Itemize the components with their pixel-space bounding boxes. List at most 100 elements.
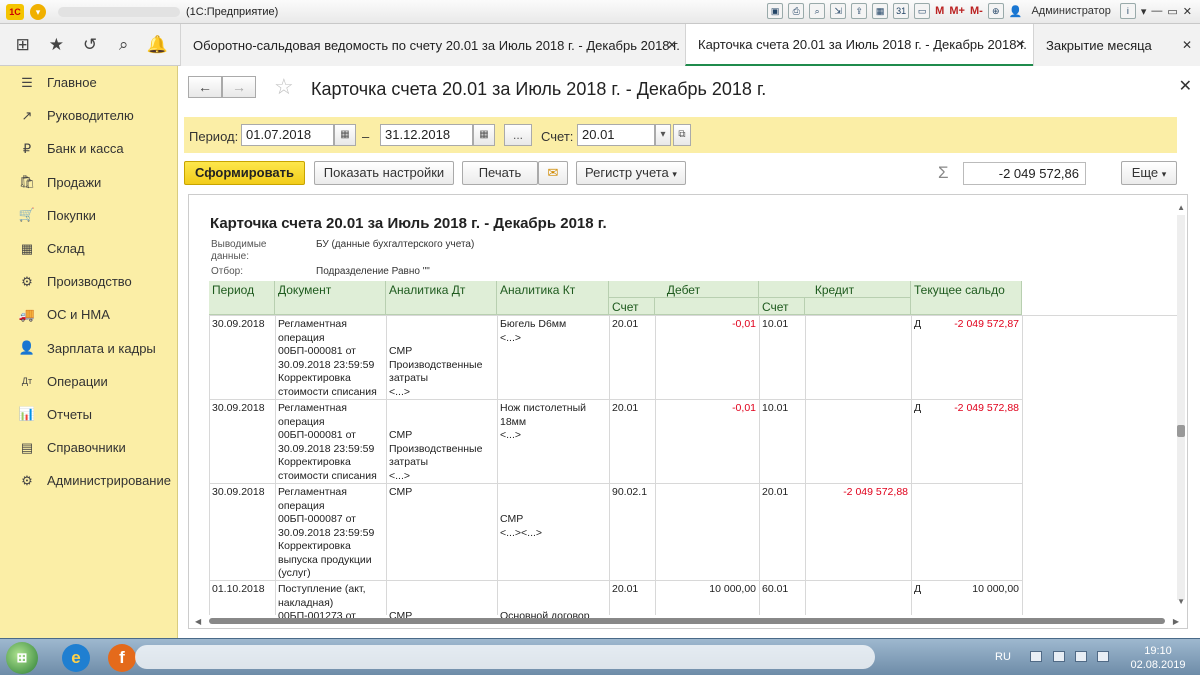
zoom-icon[interactable]: ⊕: [987, 3, 1004, 19]
volume-icon[interactable]: [1097, 651, 1109, 662]
mail-icon[interactable]: ✉: [538, 161, 568, 185]
calendar-icon[interactable]: 31: [893, 3, 910, 19]
report-spreadsheet[interactable]: Карточка счета 20.01 за Июль 2018 г. - Д…: [188, 194, 1188, 629]
scroll-right-icon[interactable]: ▶: [1173, 617, 1179, 626]
windows-taskbar: ⊞ e f RU 19:10 02.08.2019: [0, 638, 1200, 675]
cell-account-dt: 90.02.1: [612, 486, 648, 498]
header-analytics-dt: Аналитика Дт: [386, 281, 497, 315]
minimize-icon[interactable]: —: [1151, 5, 1162, 17]
network-icon[interactable]: [1075, 651, 1087, 662]
firefox-icon[interactable]: f: [108, 644, 136, 672]
link-icon[interactable]: ⇲: [830, 3, 847, 19]
sidebar-item-main[interactable]: ☰ Главное: [0, 66, 177, 99]
sidebar-item-sales[interactable]: 🛍 Продажи: [0, 166, 177, 199]
period-select-button[interactable]: ...: [504, 124, 532, 146]
history-nav: ← →: [188, 76, 256, 98]
tab-osv[interactable]: Оборотно-сальдовая ведомость по счету 20…: [180, 24, 685, 66]
close-icon[interactable]: ✕: [1183, 5, 1192, 18]
close-icon[interactable]: ✕: [667, 38, 677, 52]
cell-balance-side: Д: [914, 402, 922, 414]
back-arrow-icon[interactable]: ←: [188, 76, 222, 98]
sidebar-item-assets[interactable]: 🚚 ОС и НМА: [0, 298, 177, 331]
sidebar-item-catalogs[interactable]: ▤ Справочники: [0, 431, 177, 464]
cell-document[interactable]: Регламентная операция 00БП-000087 от 30.…: [275, 485, 386, 582]
show-settings-button[interactable]: Показать настройки: [314, 161, 454, 185]
memory-plus-button[interactable]: M+: [949, 5, 965, 17]
horizontal-scrollbar[interactable]: [209, 618, 1165, 624]
sidebar-item-manager[interactable]: ↗ Руководителю: [0, 99, 177, 132]
sidebar-item-purchases[interactable]: 🛒 Покупки: [0, 199, 177, 232]
scroll-down-icon[interactable]: ▼: [1177, 597, 1185, 606]
search-icon[interactable]: ⌕: [112, 35, 136, 55]
history-icon[interactable]: ↺: [78, 35, 102, 55]
print-icon[interactable]: ⎙: [788, 3, 805, 19]
favorite-star-icon[interactable]: ☆: [274, 74, 294, 100]
language-indicator[interactable]: RU: [995, 651, 1011, 663]
internet-explorer-icon[interactable]: e: [62, 644, 90, 672]
sidebar-item-bank[interactable]: ₽ Банк и касса: [0, 132, 177, 165]
tab-month-closing[interactable]: Закрытие месяца ✕: [1033, 24, 1200, 66]
date-to-field[interactable]: 31.12.2018: [380, 124, 473, 146]
filter-value: Подразделение Равно "": [316, 266, 430, 277]
action-center-icon[interactable]: [1053, 651, 1065, 662]
sidebar-item-production[interactable]: ⚙ Производство: [0, 265, 177, 298]
sum-field[interactable]: -2 049 572,86: [963, 162, 1086, 185]
main-menu-dropdown-icon[interactable]: ▾: [30, 3, 46, 20]
print-button[interactable]: Печать: [462, 161, 538, 185]
col-divider: [209, 315, 210, 615]
sidebar-item-warehouse[interactable]: ▦ Склад: [0, 232, 177, 265]
clock[interactable]: 19:10 02.08.2019: [1122, 644, 1194, 672]
chevron-down-icon[interactable]: ▾: [655, 124, 671, 146]
sidebar-item-reports[interactable]: 📊 Отчеты: [0, 398, 177, 431]
cell-balance: -2 049 572,88: [954, 402, 1019, 414]
favorites-star-icon[interactable]: ★: [44, 35, 68, 55]
info-icon[interactable]: i: [1119, 3, 1136, 19]
memory-minus-button[interactable]: M-: [970, 5, 983, 17]
close-icon[interactable]: ✕: [1179, 76, 1192, 96]
more-button[interactable]: Еще ▾: [1121, 161, 1177, 185]
warehouse-icon: ▦: [20, 240, 34, 256]
open-icon[interactable]: ⧉: [673, 124, 691, 146]
calculator-icon[interactable]: ▦: [872, 3, 889, 19]
titlebar-tools: ▣ ⎙ ⌕ ⇲ ⇪ ▦ 31 ▭ M M+ M- ⊕ 👤 Администрат…: [767, 3, 1192, 19]
chevron-down-icon[interactable]: ▾: [1141, 5, 1147, 18]
cell-period: 30.09.2018: [212, 402, 265, 414]
save-icon[interactable]: ▣: [767, 3, 784, 19]
sum-icon: Σ: [938, 163, 949, 182]
apps-grid-icon[interactable]: ⊞: [11, 35, 35, 55]
account-field[interactable]: 20.01: [577, 124, 655, 146]
scroll-thumb[interactable]: [1177, 425, 1185, 437]
cell-document[interactable]: Регламентная операция 00БП-000081 от 30.…: [275, 401, 386, 484]
user-name[interactable]: Администратор: [1031, 5, 1110, 17]
close-icon[interactable]: ✕: [1015, 37, 1025, 51]
truck-icon: 🚚: [18, 306, 36, 322]
sidebar-item-admin[interactable]: ⚙ Администрирование: [0, 464, 177, 497]
copy-icon[interactable]: ▭: [914, 3, 931, 19]
sidebar-item-operations[interactable]: Дт Операции: [0, 365, 177, 398]
scroll-left-icon[interactable]: ◀: [195, 617, 201, 626]
tab-account-card[interactable]: Карточка счета 20.01 за Июль 2018 г. - Д…: [685, 24, 1033, 66]
col-divider: [497, 315, 498, 615]
scroll-up-icon[interactable]: ▲: [1177, 203, 1185, 212]
sidebar-item-label: Продажи: [47, 174, 102, 190]
memory-m-button[interactable]: M: [935, 5, 944, 17]
bell-icon[interactable]: 🔔: [145, 35, 169, 55]
close-icon[interactable]: ✕: [1182, 38, 1192, 52]
start-button-icon[interactable]: ⊞: [6, 642, 38, 674]
date-from-field[interactable]: 01.07.2018: [241, 124, 334, 146]
calendar-icon[interactable]: ▦: [334, 124, 356, 146]
sidebar-item-payroll[interactable]: 👤 Зарплата и кадры: [0, 332, 177, 365]
restore-icon[interactable]: ▭: [1167, 5, 1177, 18]
preview-icon[interactable]: ⌕: [809, 3, 826, 19]
generate-button[interactable]: Сформировать: [184, 161, 305, 185]
vertical-scrollbar[interactable]: [1177, 215, 1185, 600]
register-button[interactable]: Регистр учета ▾: [576, 161, 686, 185]
window-title: (1С:Предприятие): [186, 5, 279, 18]
attach-icon[interactable]: ⇪: [851, 3, 868, 19]
cell-document[interactable]: Регламентная операция 00БП-000081 от 30.…: [275, 317, 386, 400]
cell-account-dt: 20.01: [612, 402, 639, 414]
tabs-bar: ⊞ ★ ↺ ⌕ 🔔 Оборотно-сальдовая ведомость п…: [0, 24, 1200, 66]
forward-arrow-icon[interactable]: →: [222, 76, 256, 98]
tray-arrow-icon[interactable]: [1030, 651, 1042, 662]
calendar-icon[interactable]: ▦: [473, 124, 495, 146]
